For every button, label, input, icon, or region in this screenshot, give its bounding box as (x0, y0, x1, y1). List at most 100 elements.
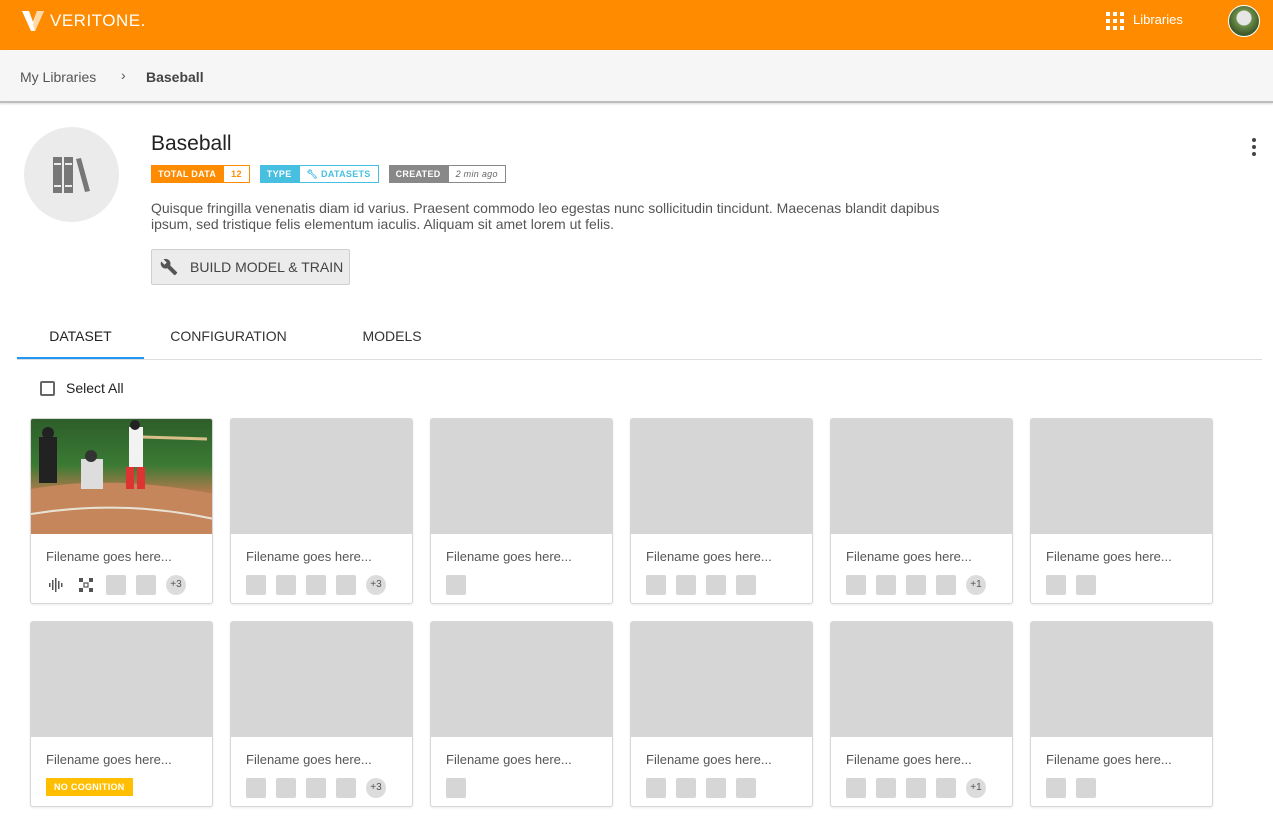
engine-tag-placeholder (106, 575, 126, 595)
dataset-card[interactable]: Filename goes here... (630, 621, 813, 807)
engine-tag-placeholder (336, 778, 356, 798)
libraries-link[interactable]: Libraries (1133, 12, 1183, 27)
card-filename: Filename goes here... (846, 549, 972, 564)
card-engine-tags: +3 (46, 575, 212, 595)
card-engine-tags: +1 (846, 778, 1012, 798)
wrench-icon (160, 258, 178, 276)
library-icon (24, 127, 119, 222)
thumbnail-placeholder (631, 419, 812, 534)
thumbnail-placeholder (631, 622, 812, 737)
card-filename: Filename goes here... (246, 752, 372, 767)
dataset-card[interactable]: Filename goes here... +3 (230, 418, 413, 604)
engine-tag-placeholder (446, 575, 466, 595)
engine-tag-placeholder (306, 575, 326, 595)
dataset-grid: Filename goes here... +3 Filename goes h… (30, 418, 1213, 807)
created-badge: CREATED 2 min ago (388, 165, 506, 183)
select-all-checkbox[interactable] (40, 380, 55, 396)
brand-name: VERITONE. (50, 11, 146, 30)
engine-tag-placeholder (846, 575, 866, 595)
dataset-card[interactable]: Filename goes here... (630, 418, 813, 604)
type-badge: TYPE 🔧︎ DATASETS (259, 165, 379, 183)
dataset-card[interactable]: Filename goes here... NO COGNITION (30, 621, 213, 807)
card-filename: Filename goes here... (46, 752, 172, 767)
veritone-logo[interactable]: VERITONE. (20, 9, 146, 33)
card-engine-tags: +3 (246, 575, 412, 595)
build-model-train-button[interactable]: BUILD MODEL & TRAIN (151, 249, 350, 285)
engine-tag-placeholder (736, 778, 756, 798)
engine-tag-placeholder (676, 575, 696, 595)
more-tags-count[interactable]: +1 (966, 575, 986, 595)
card-engine-tags (646, 778, 812, 798)
tabs: DATASET CONFIGURATION MODELS (17, 318, 1262, 360)
select-all[interactable]: Select All (40, 380, 124, 396)
card-engine-tags: NO COGNITION (46, 778, 212, 796)
more-options-icon[interactable] (1250, 138, 1258, 156)
thumbnail-placeholder (431, 419, 612, 534)
engine-tag-placeholder (706, 778, 726, 798)
engine-tag-placeholder (646, 575, 666, 595)
engine-tag-placeholder (936, 575, 956, 595)
dataset-card[interactable]: Filename goes here... (1030, 621, 1213, 807)
engine-tag-placeholder (1076, 778, 1096, 798)
chevron-right-icon: › (121, 67, 126, 83)
engine-tag-placeholder (906, 778, 926, 798)
dataset-card[interactable]: Filename goes here... +3 (230, 621, 413, 807)
top-bar: VERITONE. Libraries (0, 0, 1273, 50)
engine-tag-placeholder (736, 575, 756, 595)
thumbnail-placeholder (1031, 622, 1212, 737)
tab-dataset[interactable]: DATASET (17, 318, 144, 359)
engine-tag-placeholder (876, 575, 896, 595)
breadcrumb-my-libraries[interactable]: My Libraries (20, 69, 96, 85)
thumbnail-placeholder (431, 622, 612, 737)
total-data-badge: TOTAL DATA 12 (151, 165, 250, 183)
thumbnail-placeholder (831, 419, 1012, 534)
engine-tag-placeholder (336, 575, 356, 595)
engine-tag-placeholder (846, 778, 866, 798)
card-engine-tags (446, 778, 612, 798)
more-tags-count[interactable]: +3 (166, 575, 186, 595)
engine-tag-placeholder (1046, 575, 1066, 595)
face-detection-icon (76, 575, 96, 595)
engine-tag-placeholder (646, 778, 666, 798)
more-tags-count[interactable]: +3 (366, 778, 386, 798)
card-engine-tags (646, 575, 812, 595)
card-filename: Filename goes here... (1046, 549, 1172, 564)
library-description: Quisque fringilla venenatis diam id vari… (151, 200, 940, 232)
engine-tag-placeholder (706, 575, 726, 595)
tab-configuration[interactable]: CONFIGURATION (160, 318, 297, 359)
card-filename: Filename goes here... (446, 549, 572, 564)
wrench-icon: 🔧︎ (306, 169, 322, 179)
engine-tag-placeholder (1076, 575, 1096, 595)
more-tags-count[interactable]: +1 (966, 778, 986, 798)
tab-models[interactable]: MODELS (347, 318, 437, 359)
dataset-card[interactable]: Filename goes here... +3 (30, 418, 213, 604)
card-engine-tags (1046, 575, 1212, 595)
card-filename: Filename goes here... (246, 549, 372, 564)
card-filename: Filename goes here... (646, 752, 772, 767)
apps-grid-icon[interactable] (1106, 12, 1124, 30)
dataset-card[interactable]: Filename goes here... +1 (830, 621, 1013, 807)
dataset-card[interactable]: Filename goes here... (430, 621, 613, 807)
engine-tag-placeholder (306, 778, 326, 798)
engine-tag-placeholder (246, 778, 266, 798)
engine-tag-placeholder (136, 575, 156, 595)
engine-tag-placeholder (936, 778, 956, 798)
card-filename: Filename goes here... (46, 549, 172, 564)
no-cognition-badge: NO COGNITION (46, 778, 133, 796)
library-badges: TOTAL DATA 12 TYPE 🔧︎ DATASETS CREATED 2… (151, 165, 506, 183)
thumbnail-placeholder (1031, 419, 1212, 534)
card-engine-tags: +3 (246, 778, 412, 798)
user-avatar[interactable] (1228, 5, 1260, 37)
thumbnail-image (31, 419, 212, 534)
more-tags-count[interactable]: +3 (366, 575, 386, 595)
dataset-card[interactable]: Filename goes here... +1 (830, 418, 1013, 604)
card-engine-tags: +1 (846, 575, 1012, 595)
thumbnail-placeholder (231, 622, 412, 737)
card-filename: Filename goes here... (846, 752, 972, 767)
engine-tag-placeholder (906, 575, 926, 595)
engine-tag-placeholder (676, 778, 696, 798)
dataset-card[interactable]: Filename goes here... (1030, 418, 1213, 604)
dataset-card[interactable]: Filename goes here... (430, 418, 613, 604)
card-engine-tags (446, 575, 612, 595)
card-filename: Filename goes here... (1046, 752, 1172, 767)
